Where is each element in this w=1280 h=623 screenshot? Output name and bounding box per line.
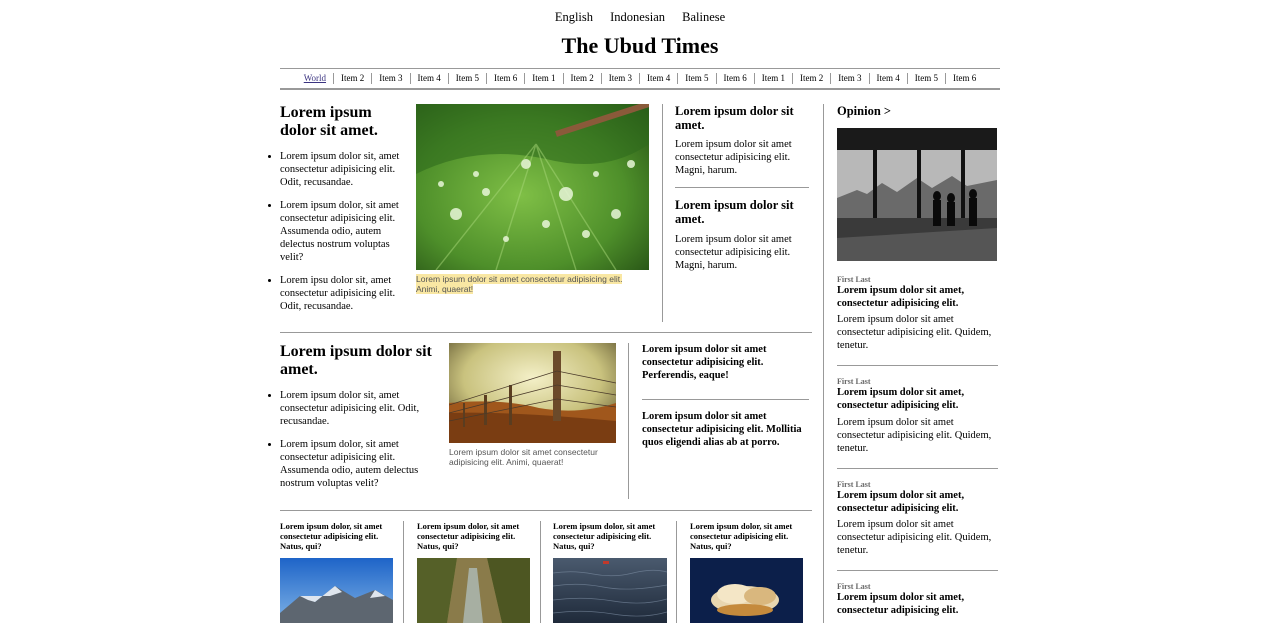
- bottom-story-headline[interactable]: Lorem ipsum dolor, sit amet consectetur …: [280, 521, 395, 551]
- sidebar-divider: [823, 104, 824, 623]
- nav-item[interactable]: Item 6: [946, 73, 983, 84]
- lead-headline[interactable]: Lorem ipsum dolor sit amet.: [280, 104, 400, 140]
- list-item: Lorem ipsu dolor sit, amet consectetur a…: [268, 274, 405, 313]
- nav-item[interactable]: Item 5: [449, 73, 488, 84]
- fence-photo[interactable]: [449, 343, 616, 443]
- fence-photo-caption: Lorem ipsum dolor sit amet consectetur a…: [449, 447, 598, 467]
- ocean-photo[interactable]: [553, 558, 667, 623]
- side-story-headline[interactable]: Lorem ipsum dolor sit amet.: [675, 198, 805, 226]
- nav-item[interactable]: Item 4: [870, 73, 908, 84]
- column-divider: [540, 521, 541, 623]
- opinion-author[interactable]: First Last: [837, 377, 871, 386]
- skyline-window-photo[interactable]: [837, 128, 997, 261]
- opinion-headline[interactable]: Lorem ipsum dolor sit amet, consectetur …: [837, 489, 995, 515]
- nav-item[interactable]: Item 4: [640, 73, 679, 84]
- nav-item[interactable]: Item 3: [831, 73, 870, 84]
- lang-indonesian[interactable]: Indonesian: [610, 10, 665, 24]
- list-item: Lorem ipsum dolor, sit amet consectetur …: [268, 438, 440, 490]
- cloud-sunset-photo[interactable]: [690, 558, 803, 623]
- divider: [642, 399, 809, 400]
- section-nav: World Item 2 Item 3 Item 4 Item 5 Item 6…: [280, 68, 1000, 90]
- nav-item[interactable]: Item 1: [755, 73, 794, 84]
- column-divider: [662, 104, 663, 322]
- opinion-body: Lorem ipsum dolor sit amet consectetur a…: [837, 314, 992, 351]
- opinion-body: Lorem ipsum dolor sit amet consectetur a…: [837, 519, 992, 556]
- opinion-author[interactable]: First Last: [837, 582, 871, 591]
- list-item: Lorem ipsum dolor, sit amet consectetur …: [268, 199, 405, 264]
- opinion-headline[interactable]: Lorem ipsum dolor sit amet, consectetur …: [837, 284, 995, 310]
- column-divider: [676, 521, 677, 623]
- divider: [675, 187, 809, 188]
- nav-item[interactable]: Item 5: [678, 73, 717, 84]
- section-divider: [280, 332, 812, 333]
- nav-item[interactable]: Item 3: [602, 73, 641, 84]
- nav-item-world[interactable]: World: [297, 73, 335, 84]
- lead-photo-caption: Lorem ipsum dolor sit amet consectetur a…: [416, 274, 623, 294]
- nav-item[interactable]: Item 2: [564, 73, 602, 84]
- divider: [837, 365, 998, 366]
- divider: [837, 468, 998, 469]
- second-headline[interactable]: Lorem ipsum dolor sit amet.: [280, 343, 440, 379]
- side-story-body: Lorem ipsum dolor sit amet consectetur a…: [675, 234, 792, 271]
- brief-headline[interactable]: Lorem ipsum dolor sit amet consectetur a…: [642, 343, 810, 382]
- side-story-body: Lorem ipsum dolor sit amet consectetur a…: [675, 139, 792, 176]
- bottom-story-headline[interactable]: Lorem ipsum dolor, sit amet consectetur …: [417, 521, 532, 551]
- lang-balinese[interactable]: Balinese: [682, 10, 725, 24]
- brief-headline[interactable]: Lorem ipsum dolor sit amet consectetur a…: [642, 410, 810, 449]
- lead-leaf-photo[interactable]: [416, 104, 649, 270]
- opinion-headline[interactable]: Lorem ipsum dolor sit amet, consectetur …: [837, 591, 995, 617]
- list-item: Lorem ipsum dolor sit, amet consectetur …: [268, 150, 405, 189]
- bottom-story-headline[interactable]: Lorem ipsum dolor, sit amet consectetur …: [690, 521, 805, 551]
- opinion-headline[interactable]: Lorem ipsum dolor sit amet, consectetur …: [837, 386, 995, 412]
- opinion-heading[interactable]: Opinion >: [837, 104, 891, 119]
- mountain-photo[interactable]: [280, 558, 393, 623]
- nav-item[interactable]: Item 5: [908, 73, 947, 84]
- nav-item[interactable]: Item 6: [487, 73, 526, 84]
- column-divider: [628, 343, 629, 499]
- nav-item[interactable]: Item 4: [411, 73, 449, 84]
- list-item: Lorem ipsum dolor sit, amet consectetur …: [268, 389, 440, 428]
- lang-english[interactable]: English: [555, 10, 593, 24]
- nav-item[interactable]: Item 6: [717, 73, 755, 84]
- canyon-photo[interactable]: [417, 558, 530, 623]
- column-divider: [403, 521, 404, 623]
- nav-item[interactable]: Item 3: [372, 73, 411, 84]
- masthead-title[interactable]: The Ubud Times: [0, 33, 1280, 59]
- divider: [837, 570, 998, 571]
- nav-item[interactable]: Item 2: [334, 73, 373, 84]
- opinion-body: Lorem ipsum dolor sit amet consectetur a…: [837, 417, 992, 454]
- language-switcher: English Indonesian Balinese: [0, 10, 1280, 25]
- opinion-author[interactable]: First Last: [837, 480, 871, 489]
- nav-item[interactable]: Item 1: [525, 73, 564, 84]
- lead-bullets: Lorem ipsum dolor sit, amet consectetur …: [268, 150, 405, 323]
- bottom-story-headline[interactable]: Lorem ipsum dolor, sit amet consectetur …: [553, 521, 668, 551]
- second-bullets: Lorem ipsum dolor sit, amet consectetur …: [268, 389, 440, 500]
- opinion-author[interactable]: First Last: [837, 275, 871, 284]
- nav-item[interactable]: Item 2: [793, 73, 832, 84]
- side-story-headline[interactable]: Lorem ipsum dolor sit amet.: [675, 104, 805, 132]
- section-divider: [280, 510, 812, 511]
